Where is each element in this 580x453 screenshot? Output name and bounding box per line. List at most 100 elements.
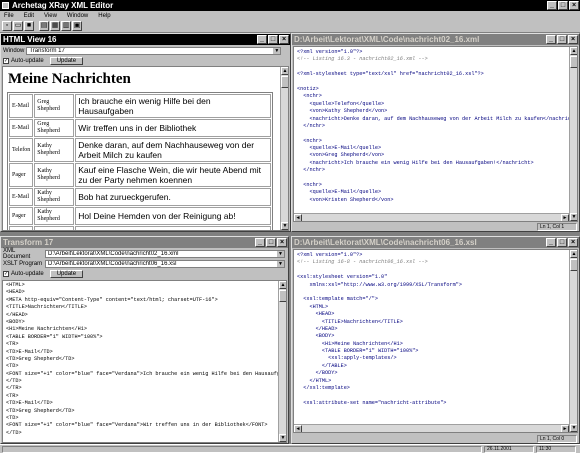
scroll-thumb[interactable] — [570, 259, 577, 271]
horizontal-scrollbar[interactable]: ◄ ► — [294, 213, 569, 221]
message-text: Bob hat zurueckgerufen. — [75, 188, 271, 206]
vertical-scrollbar[interactable]: ▲ ▼ — [278, 281, 286, 442]
xslt-program-select[interactable]: D:\Arbeit\Lektorat\XML\Code\nachricht06_… — [45, 259, 285, 268]
scroll-up-icon[interactable]: ▲ — [570, 47, 577, 55]
minimize-icon[interactable]: _ — [255, 238, 265, 247]
minimize-icon[interactable]: _ — [546, 238, 556, 247]
xsl-editor[interactable]: <?xml version="1.0"?> <!-- Listing 16-8 -… — [293, 249, 578, 433]
scroll-left-icon[interactable]: ◄ — [294, 214, 302, 221]
scroll-up-icon[interactable]: ▲ — [279, 281, 286, 289]
new-xml-icon[interactable]: ▤ — [39, 21, 49, 31]
scroll-thumb[interactable] — [570, 56, 577, 68]
message-text: Denke daran, auf dem Nachhauseweg von de… — [75, 138, 271, 162]
cursor-position: Ln 1, Col 0 — [537, 435, 577, 443]
close-icon[interactable]: × — [279, 35, 289, 44]
code-line: <!-- Listing 16-8 - nachricht06_16.xsl -… — [297, 259, 428, 266]
message-sender: Kathy Shepherd — [34, 188, 75, 206]
window-label: Window — [3, 47, 25, 54]
message-type: Pager — [9, 207, 34, 225]
new-transform-icon[interactable]: ▣ — [72, 21, 82, 31]
maximize-icon[interactable]: □ — [558, 1, 568, 10]
open-icon[interactable]: ▭ — [13, 21, 23, 31]
scroll-down-icon[interactable]: ▼ — [281, 222, 288, 230]
message-sender: Kathy Shepherd — [34, 163, 75, 187]
scroll-down-icon[interactable]: ▼ — [570, 424, 577, 432]
status-bar: 26.11.2001 11:30 — [0, 444, 580, 453]
maximize-icon[interactable]: □ — [557, 35, 567, 44]
code-line: <TD>E-Mail</TD> — [6, 400, 53, 407]
messages-table: E-Mail Greg Shepherd Ich brauche ein wenig… — [7, 92, 273, 230]
vertical-scrollbar[interactable]: ▲ ▼ — [569, 250, 577, 432]
transform-output[interactable]: <HTML> <HEAD> <META http-equiv="Content-Ty… — [2, 280, 287, 443]
menu-file[interactable]: File — [4, 13, 14, 19]
message-sender: Kathy Shepherd — [34, 207, 75, 225]
scroll-thumb[interactable] — [281, 76, 288, 88]
code-line: <xsl:apply-templates/> — [297, 355, 397, 362]
xml-document-window: D:\Arbeit\Lektorat\XML\Code\nachricht02_… — [291, 33, 580, 232]
maximize-icon[interactable]: □ — [557, 238, 567, 247]
code-line: <HTML> — [297, 303, 329, 310]
close-icon[interactable]: × — [277, 238, 287, 247]
auto-update-row: ✓ Auto-update Update — [3, 56, 84, 65]
xml-editor[interactable]: <?xml version="1.0"?> <!-- Listing 16.3 -… — [293, 46, 578, 222]
scroll-right-icon[interactable]: ► — [561, 214, 569, 221]
menu-window[interactable]: Window — [67, 13, 88, 19]
code-line: <TABLE BORDER="1" WIDTH="100%"> — [6, 333, 103, 340]
code-line: </TR> — [6, 385, 22, 392]
scroll-down-icon[interactable]: ▼ — [570, 213, 577, 221]
menu-edit[interactable]: Edit — [24, 13, 34, 19]
minimize-icon[interactable]: _ — [546, 35, 556, 44]
close-icon[interactable]: × — [569, 1, 579, 10]
scroll-up-icon[interactable]: ▲ — [570, 250, 577, 258]
minimize-icon[interactable]: _ — [257, 35, 267, 44]
vertical-scrollbar[interactable]: ▲ ▼ — [569, 47, 577, 221]
table-row: Telefon Kathy Shepherd Denke daran, auf de… — [9, 138, 271, 162]
new-icon[interactable]: ▫ — [2, 21, 12, 31]
message-text: Bitte ... — [75, 226, 271, 230]
scroll-down-icon[interactable]: ▼ — [279, 434, 286, 442]
code-line: <?xml version="1.0"?> — [297, 49, 363, 55]
app-title: Archetag XRay XML Editor — [12, 1, 114, 10]
status-message — [2, 446, 482, 453]
chevron-down-icon: ▼ — [277, 250, 284, 257]
menu-help[interactable]: Help — [98, 13, 110, 19]
update-button[interactable]: Update — [49, 56, 84, 65]
xml-document-title: D:\Arbeit\Lektorat\XML\Code\nachricht02_… — [294, 35, 480, 44]
new-xslt-icon[interactable]: ▦ — [50, 21, 60, 31]
scroll-left-icon[interactable]: ◄ — [294, 425, 302, 432]
message-sender: Greg Shepherd — [34, 119, 75, 137]
code-line: <TD>Greg Shepherd</TD> — [6, 407, 75, 414]
code-line: <FONT size="+1" color="blue" face="Verda… — [6, 422, 268, 429]
close-icon[interactable]: × — [568, 35, 578, 44]
maximize-icon[interactable]: □ — [266, 238, 276, 247]
code-line: </TD> — [6, 378, 22, 385]
update-button[interactable]: Update — [49, 269, 84, 278]
minimize-icon[interactable]: _ — [547, 1, 557, 10]
vertical-scrollbar[interactable]: ▲ ▼ — [280, 67, 288, 230]
scroll-up-icon[interactable]: ▲ — [281, 67, 288, 75]
xml-document-select[interactable]: D:\Arbeit\Lektorat\XML\Code\nachricht02_… — [45, 249, 285, 258]
code-line: </TABLE> — [297, 362, 347, 369]
code-line: <von>Kristen Shepherd</von> — [297, 196, 394, 203]
maximize-icon[interactable]: □ — [268, 35, 278, 44]
code-line: <TD> — [6, 363, 19, 370]
menu-view[interactable]: View — [44, 13, 57, 19]
auto-update-checkbox[interactable]: ✓ — [3, 270, 9, 277]
window-select[interactable]: Transform 17 ▼ — [26, 46, 282, 55]
save-icon[interactable]: ■ — [24, 21, 34, 31]
code-line: </HEAD> — [6, 311, 28, 318]
code-line: <HTML> — [6, 282, 25, 288]
horizontal-scrollbar[interactable]: ◄ ► — [294, 424, 569, 432]
auto-update-checkbox[interactable]: ✓ — [3, 57, 9, 64]
message-text: Wir treffen uns in der Bibliothek — [75, 119, 271, 137]
scroll-thumb[interactable] — [279, 290, 286, 302]
new-view-icon[interactable]: ▥ — [61, 21, 71, 31]
close-icon[interactable]: × — [568, 238, 578, 247]
scroll-right-icon[interactable]: ► — [561, 425, 569, 432]
code-line: </HEAD> — [297, 325, 338, 332]
code-line: <TD>E-Mail</TD> — [6, 348, 53, 355]
chevron-down-icon: ▼ — [273, 47, 281, 54]
table-row: Pager Kathy Shepherd Hol Deine Hemden von … — [9, 207, 271, 225]
